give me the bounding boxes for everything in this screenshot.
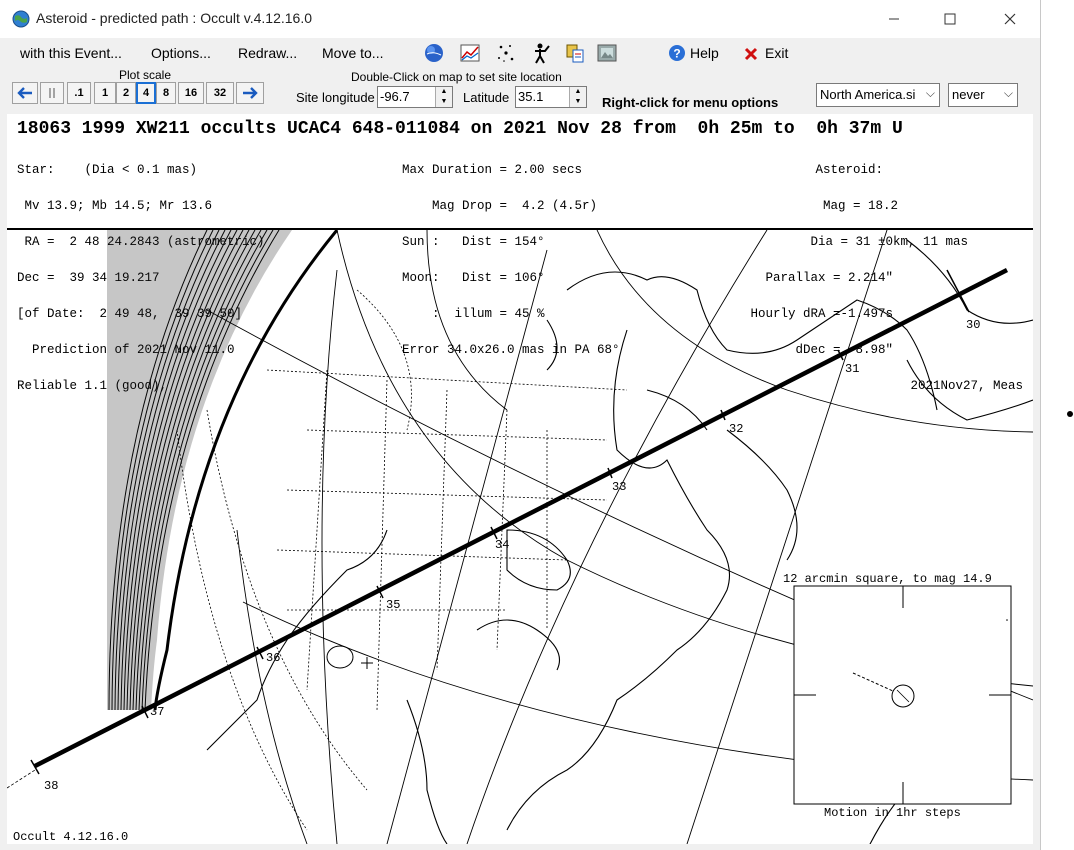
globe-app-icon [12,10,30,28]
exit-button[interactable]: Exit [765,45,788,61]
time-label-34: 34 [495,538,509,552]
globe-icon[interactable] [423,42,445,64]
time-label-32: 32 [729,422,743,436]
menu-options[interactable]: Options... [151,45,211,61]
right-click-hint: Right-click for menu options [602,95,779,110]
limb-shading [107,230,292,710]
time-label-33: 33 [612,480,626,494]
sites-file-select[interactable]: North America.si ⌵ [816,83,940,107]
app-window: Asteroid - predicted path : Occult v.4.1… [0,0,1041,850]
help-icon: ? [669,45,685,61]
star-field-icon[interactable] [495,42,517,64]
site-crosshair-icon [361,657,373,669]
asteroid-info-line: Mag = 18.2 [785,199,898,213]
lake-outline [326,645,354,669]
event-info-line: Max Duration = 2.00 secs [402,163,583,177]
exit-x-icon [744,47,758,61]
window-title: Asteroid - predicted path : Occult v.4.1… [36,10,313,26]
time-label-36: 36 [266,651,280,665]
minimize-button[interactable] [872,4,916,34]
site-longitude-label: Site longitude [296,90,375,105]
menu-bar: with this Event... Options... Redraw... … [0,38,1040,70]
scale-button-1[interactable]: 1 [94,82,116,104]
site-longitude-input[interactable]: -96.7 ▲ ▼ [377,86,453,108]
star-info-line: Star: (Dia < 0.1 mas) [17,163,198,177]
chart-icon[interactable] [459,42,481,64]
latitude-label: Latitude [463,90,510,105]
maximize-icon [944,13,956,25]
latitude-input[interactable]: 35.1 ▲ ▼ [515,86,587,108]
inset-caption: Motion in 1hr steps [824,806,961,820]
time-label-31: 31 [845,362,859,376]
title-bar: Asteroid - predicted path : Occult v.4.1… [0,0,1040,38]
pause-button[interactable] [40,82,64,104]
chevron-down-icon: ⌵ [925,86,935,100]
time-label-37: 37 [150,705,164,719]
scroll-left-button[interactable] [12,82,38,104]
pause-icon [49,88,55,98]
star-chart-inset [793,585,1012,805]
path-extension [7,769,36,789]
chevron-down-icon: ⌵ [1003,86,1013,100]
scale-button-3[interactable]: 4 [136,82,156,104]
time-label-35: 35 [386,598,400,612]
map-panel[interactable]: 18063 1999 XW211 occults UCAC4 648-01108… [7,114,1033,844]
path-map[interactable]: 30 31 32 33 34 35 36 37 38 12 arcmin squ… [7,230,1033,844]
spinner-arrows-icon[interactable]: ▲ ▼ [435,87,452,107]
observer-icon[interactable] [530,42,552,64]
event-title: 18063 1999 XW211 occults UCAC4 648-01108… [17,119,903,139]
political-borders [176,289,628,831]
inset-title: 12 arcmin square, to mag 14.9 [783,572,992,586]
copy-icon[interactable] [564,42,586,64]
scale-button-5[interactable]: 16 [178,82,204,104]
event-info-line: Mag Drop = 4.2 (4.5r) [402,199,598,213]
spinner-arrows-icon[interactable]: ▲ ▼ [569,87,586,107]
menu-redraw[interactable]: Redraw... [238,45,297,61]
scale-button-2[interactable]: 2 [116,82,136,104]
asteroid-info-line: Asteroid: [815,163,883,177]
minimize-icon [889,18,899,20]
update-select[interactable]: never ⌵ [948,83,1018,107]
site-hint: Double-Click on map to set site location [351,70,562,84]
version-footer: Occult 4.12.16.0 [13,830,128,844]
menu-with-this-event[interactable]: with this Event... [20,45,122,61]
close-icon [1004,13,1016,25]
arrow-left-icon [17,87,32,99]
stray-dot [1067,411,1073,417]
time-label-38: 38 [44,779,58,793]
scale-button-4[interactable]: 8 [156,82,176,104]
menu-move-to[interactable]: Move to... [322,45,383,61]
plot-scale-label: Plot scale [119,68,172,82]
scale-button-0[interactable]: .1 [67,82,91,104]
scroll-right-button[interactable] [236,82,264,104]
scale-button-6[interactable]: 32 [206,82,234,104]
star-info-line: Mv 13.9; Mb 14.5; Mr 13.6 [17,199,213,213]
help-button[interactable]: Help [690,45,719,61]
svg-text:?: ? [673,47,680,61]
maximize-button[interactable] [928,4,972,34]
time-label-30: 30 [966,318,980,332]
close-button[interactable] [988,4,1032,34]
arrow-right-icon [243,87,258,99]
image-icon[interactable] [596,42,618,64]
